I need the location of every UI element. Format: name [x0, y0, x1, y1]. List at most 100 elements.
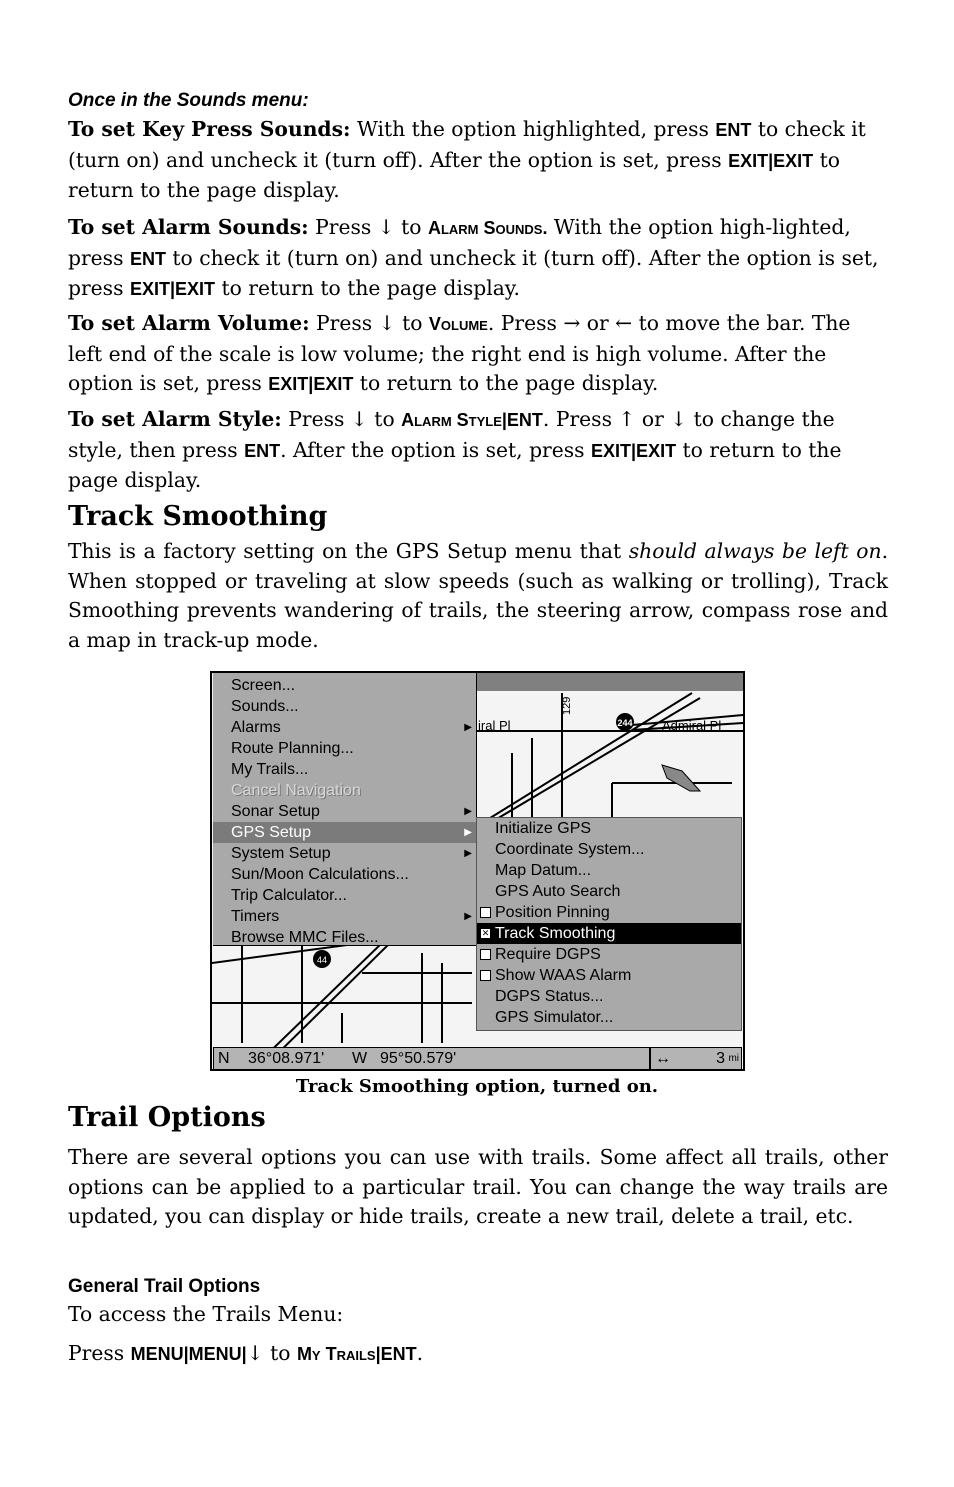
key-press-sounds-paragraph: To set Key Press Sounds: With the option… — [68, 115, 888, 206]
highway-44-label: 44 — [317, 955, 327, 965]
menu-item-label: GPS Simulator... — [495, 1009, 614, 1026]
text-run: Press — [68, 1341, 131, 1365]
text-run: ↓ to — [246, 1341, 297, 1365]
menu-item-label: Sun/Moon Calculations... — [231, 866, 409, 883]
menu-item[interactable]: Sounds... — [213, 696, 476, 717]
menu-item-label: System Setup — [231, 845, 331, 862]
checkbox-icon[interactable] — [480, 970, 491, 981]
menu-item-label: Route Planning... — [231, 740, 354, 757]
figure-caption: Track Smoothing option, turned on. — [295, 1076, 659, 1097]
menu-item[interactable]: GPS Auto Search — [477, 881, 741, 902]
key-name: ENT — [244, 440, 281, 461]
menu-item-label: Cancel Navigation — [231, 782, 361, 799]
lead-in: To set Key Press Sounds: — [68, 117, 351, 141]
text-run: . After the option is set, press — [280, 437, 592, 462]
menu-item[interactable]: GPS Simulator... — [477, 1007, 741, 1028]
key-name: EXIT|EXIT — [591, 440, 677, 461]
text-run: With the option highlighted, press — [350, 117, 716, 141]
submenu-arrow-icon: ▶ — [464, 806, 472, 817]
key-name: EXIT|EXIT — [129, 279, 216, 300]
menu-item[interactable]: Timers ▶ — [213, 906, 476, 927]
menu-item[interactable]: Screen... — [213, 675, 476, 696]
alarm-sounds-paragraph: To set Alarm Sounds: Press ↓ to Alarm So… — [68, 213, 888, 305]
menu-item-label: GPS Auto Search — [495, 883, 621, 900]
general-trail-options-heading: General Trail Options — [68, 1276, 261, 1297]
position-readout: N 36°08.971' W 95°50.579' — [213, 1047, 650, 1069]
menu-item[interactable]: Show WAAS Alarm — [477, 965, 741, 986]
menu-item-label: Initialize GPS — [495, 820, 592, 837]
highway-244-label: 244 — [617, 718, 632, 728]
menu-item-label: Coordinate System... — [495, 841, 645, 858]
menu-item[interactable]: Map Datum... — [477, 860, 741, 881]
submenu-arrow-icon: ▶ — [464, 848, 472, 859]
key-name: EXIT|EXIT — [728, 150, 814, 171]
menu-item[interactable]: My Trails... — [213, 759, 476, 780]
menu-item[interactable]: Sun/Moon Calculations... — [213, 864, 476, 885]
menu-item[interactable]: GPS Setup ▶ — [213, 822, 476, 843]
menu-item-label: My Trails... — [231, 761, 309, 778]
key-name: Volume — [428, 314, 488, 334]
menu-item[interactable]: Browse MMC Files... — [213, 927, 476, 948]
submenu-arrow-icon: ▶ — [464, 827, 472, 838]
menu-item[interactable]: Position Pinning — [477, 902, 741, 923]
menu-item-label: Require DGPS — [495, 946, 601, 963]
zoom-value: 3 — [716, 1050, 725, 1067]
menu-item-label: Position Pinning — [495, 904, 610, 921]
menu-item[interactable]: Route Planning... — [213, 738, 476, 759]
menu-item[interactable]: Cancel Navigation — [213, 780, 476, 801]
menu-item-label: GPS Setup — [231, 824, 312, 841]
latitude: 36°08.971' — [248, 1050, 325, 1067]
menu-item[interactable]: System Setup ▶ — [213, 843, 476, 864]
checkbox-icon[interactable] — [480, 907, 491, 918]
text-run: This is a factory setting on the GPS Set… — [68, 539, 629, 563]
key-name: ENT — [129, 248, 166, 269]
menu-item-label: Screen... — [231, 677, 296, 694]
menu-item-label: Show WAAS Alarm — [495, 967, 632, 984]
lat-hemisphere: N — [218, 1050, 230, 1067]
range-arrows-icon: ↔ — [655, 1050, 671, 1067]
title-bar — [476, 673, 743, 691]
alarm-volume-paragraph: To set Alarm Volume: Press ↓ to Volume. … — [68, 309, 888, 400]
sounds-menu-heading: Once in the Sounds menu: — [68, 90, 309, 111]
key-name: EXIT|EXIT — [268, 374, 354, 395]
key-name: MENU|MENU| — [130, 1344, 247, 1364]
track-smoothing-paragraph: This is a factory setting on the GPS Set… — [68, 537, 888, 655]
text-run: Press ↓ to — [309, 311, 429, 335]
menu-item[interactable]: Require DGPS — [477, 944, 741, 965]
menu-item-label: Sonar Setup — [231, 803, 320, 820]
menu-item-label: Map Datum... — [495, 862, 592, 879]
checkbox-icon[interactable] — [480, 949, 491, 960]
menu-item[interactable]: Track Smoothing ✕ — [477, 923, 741, 944]
access-trails-text: To access the Trails Menu: — [68, 1302, 344, 1326]
text-run: Press ↓ to — [281, 407, 402, 431]
street-label-right: Admiral Pl — [662, 718, 721, 733]
press-keys-line: Press MENU|MENU|↓ to My Trails|ENT. — [68, 1339, 888, 1370]
gps-setup-submenu: Initialize GPS Coordinate System... Map Da… — [476, 817, 742, 1031]
zoom-readout: ↔ 3 mi — [650, 1047, 742, 1069]
submenu-arrow-icon: ▶ — [464, 722, 472, 733]
menu-item-label: Browse MMC Files... — [231, 929, 379, 946]
road-number-label: 129 — [561, 697, 573, 715]
menu-item-label: Alarms — [231, 719, 281, 736]
key-name: ENT — [715, 120, 752, 140]
gps-setup-screenshot: 244 44 iral Pl Admiral Pl 129 Screen... S… — [210, 671, 745, 1071]
trail-options-paragraph: There are several options you can use wi… — [68, 1145, 888, 1229]
text-run: should always be left on — [628, 539, 882, 563]
menu-item-label: Timers — [231, 908, 280, 925]
street-label-left: iral Pl — [478, 718, 511, 733]
alarm-style-paragraph: To set Alarm Style: Press ↓ to Alarm Sty… — [68, 405, 888, 496]
menu-item[interactable]: Alarms ▶ — [213, 717, 476, 738]
menu-item-label: DGPS Status... — [495, 988, 604, 1005]
menu-item[interactable]: Trip Calculator... — [213, 885, 476, 906]
lead-in: To set Alarm Sounds: — [68, 215, 309, 239]
checked-checkbox-icon[interactable]: ✕ — [480, 928, 491, 939]
lead-in: To set Alarm Volume: — [68, 311, 310, 335]
menu-item[interactable]: Initialize GPS — [477, 818, 741, 839]
menu-item[interactable]: Sonar Setup ▶ — [213, 801, 476, 822]
key-name: Alarm Style|ENT — [401, 410, 543, 430]
submenu-arrow-icon: ▶ — [464, 911, 472, 922]
text-run: Press ↓ to — [308, 215, 428, 239]
menu-item[interactable]: DGPS Status... — [477, 986, 741, 1007]
menu-item[interactable]: Coordinate System... — [477, 839, 741, 860]
key-name: Alarm Sounds. — [427, 218, 548, 238]
